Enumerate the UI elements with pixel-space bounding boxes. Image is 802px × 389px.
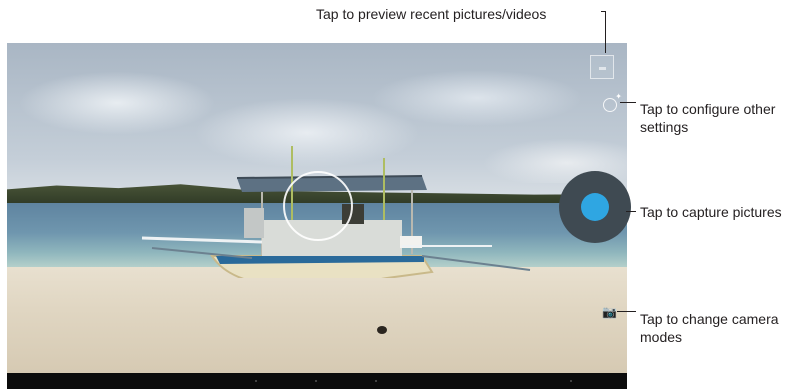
nav-dot [570, 380, 572, 382]
nav-dot [375, 380, 377, 382]
preview-leader-v [605, 11, 606, 53]
gallery-thumbnail-icon[interactable] [590, 55, 614, 79]
thumbnail-preview [599, 67, 606, 70]
modes-leader [617, 311, 636, 312]
camera-viewfinder[interactable] [7, 43, 627, 373]
preview-callout: Tap to preview recent pictures/videos [316, 6, 547, 22]
capture-leader [626, 211, 636, 212]
settings-icon[interactable]: ✦ [603, 92, 622, 112]
navigation-bar [7, 373, 627, 389]
capture-callout: Tap to capture pictures [640, 204, 782, 220]
beach-sand [7, 267, 627, 373]
settings-leader [620, 102, 636, 103]
settings-badge: ✦ [615, 92, 622, 101]
settings-callout-line1: Tap to configure other [640, 101, 776, 117]
shutter-icon[interactable] [581, 193, 609, 221]
modes-callout-line2: modes [640, 329, 683, 345]
settings-callout-line2: settings [640, 119, 689, 135]
nav-dot [315, 380, 317, 382]
focus-ring [283, 171, 353, 241]
camera-mode-icon[interactable]: 📷 [602, 306, 617, 318]
nav-dot [255, 380, 257, 382]
modes-callout-line1: Tap to change camera [640, 311, 779, 327]
rock [377, 326, 387, 334]
